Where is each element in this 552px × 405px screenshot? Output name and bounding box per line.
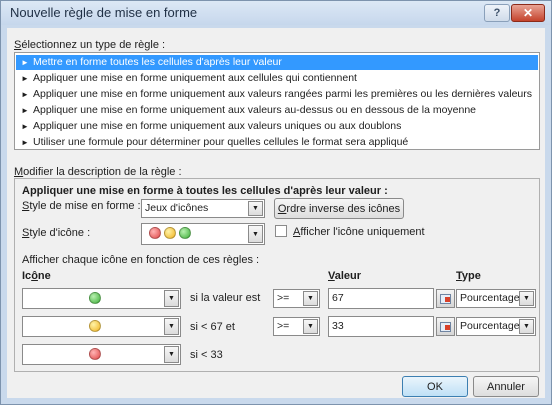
format-style-dropdown[interactable]: Jeux d'icônes ▼ xyxy=(141,199,265,218)
chevron-down-icon: ▼ xyxy=(519,319,534,334)
condition-label-row-3: si < 33 xyxy=(190,349,223,361)
show-icon-only-checkbox[interactable] xyxy=(275,225,287,237)
chevron-down-icon: ▼ xyxy=(519,291,534,306)
yellow-circle-icon xyxy=(89,320,101,333)
icon-dropdown-row-1[interactable]: ▼ xyxy=(22,288,181,309)
icon-style-label: Style d'icône : xyxy=(22,227,91,239)
value-input-row-1[interactable]: 67 xyxy=(328,288,434,309)
icon-dropdown-row-2[interactable]: ▼ xyxy=(22,316,181,337)
rule-type-item[interactable]: ► Appliquer une mise en forme uniquement … xyxy=(16,71,538,86)
arrow-right-icon: ► xyxy=(21,138,29,147)
condition-label-row-2: si < 67 et xyxy=(190,321,235,333)
type-column-header: Type xyxy=(456,270,481,282)
chevron-down-icon: ▼ xyxy=(303,291,318,306)
rule-type-item[interactable]: ► Mettre en forme toutes les cellules d'a… xyxy=(16,55,538,70)
rule-type-item[interactable]: ► Utiliser une formule pour déterminer po… xyxy=(16,135,538,150)
yellow-circle-icon xyxy=(164,227,177,240)
cell-reference-button-row-2[interactable] xyxy=(436,317,455,336)
value-input-row-2[interactable]: 33 xyxy=(328,316,434,337)
description-heading: Appliquer une mise en forme à toutes les… xyxy=(22,185,388,197)
chevron-down-icon: ▼ xyxy=(303,319,318,334)
cancel-button[interactable]: Annuler xyxy=(473,376,539,397)
operator-dropdown-row-1[interactable]: >= ▼ xyxy=(273,289,320,308)
rule-type-item[interactable]: ► Appliquer une mise en forme uniquement … xyxy=(16,103,538,118)
green-circle-icon xyxy=(179,227,192,240)
reverse-icon-order-button[interactable]: Ordre inverse des icônes xyxy=(274,198,404,219)
rule-type-list[interactable]: ► Mettre en forme toutes les cellules d'a… xyxy=(14,52,540,150)
help-icon: ? xyxy=(493,7,501,19)
description-label: Modifier la description de la règle : xyxy=(14,166,182,178)
help-button[interactable]: ? xyxy=(484,4,510,22)
close-button[interactable]: ✕ xyxy=(511,4,545,22)
rule-description-panel: Appliquer une mise en forme à toutes les… xyxy=(14,178,540,372)
type-dropdown-row-1[interactable]: Pourcentage ▼ xyxy=(456,289,536,308)
operator-dropdown-row-2[interactable]: >= ▼ xyxy=(273,317,320,336)
icon-style-dropdown[interactable]: ▼ xyxy=(141,223,265,245)
traffic-lights-icon-set xyxy=(149,227,192,240)
red-circle-icon xyxy=(89,348,101,361)
dialog-body: Sélectionnez un type de règle : ► Mettre … xyxy=(7,28,545,398)
condition-label-row-1: si la valeur est xyxy=(190,292,261,304)
rule-type-item[interactable]: ► Appliquer une mise en forme uniquement … xyxy=(16,87,538,102)
ok-button[interactable]: OK xyxy=(402,376,468,397)
cell-reference-button-row-1[interactable] xyxy=(436,289,455,308)
arrow-right-icon: ► xyxy=(21,74,29,83)
value-column-header: Valeur xyxy=(328,270,362,282)
format-style-label: Style de mise en forme : xyxy=(22,200,141,212)
type-dropdown-row-2[interactable]: Pourcentage ▼ xyxy=(456,317,536,336)
green-circle-icon xyxy=(89,292,101,305)
collapse-dialog-icon xyxy=(440,321,451,332)
arrow-right-icon: ► xyxy=(21,106,29,115)
arrow-right-icon: ► xyxy=(21,58,29,67)
chevron-down-icon: ▼ xyxy=(164,346,179,363)
collapse-dialog-icon xyxy=(440,293,451,304)
title-bar: Nouvelle règle de mise en forme ? ✕ xyxy=(1,1,551,25)
format-style-value: Jeux d'icônes xyxy=(145,202,209,214)
close-icon: ✕ xyxy=(522,6,534,20)
show-icon-only-label: Afficher l'icône uniquement xyxy=(293,226,425,238)
chevron-down-icon: ▼ xyxy=(164,318,179,335)
icon-dropdown-row-3[interactable]: ▼ xyxy=(22,344,181,365)
chevron-down-icon: ▼ xyxy=(164,290,179,307)
chevron-down-icon: ▼ xyxy=(248,225,263,243)
red-circle-icon xyxy=(149,227,161,240)
chevron-down-icon: ▼ xyxy=(248,201,263,216)
icon-column-header: Icône xyxy=(22,270,51,282)
rules-heading: Afficher chaque icône en fonction de ces… xyxy=(22,254,260,266)
rule-type-item[interactable]: ► Appliquer une mise en forme uniquement … xyxy=(16,119,538,134)
rule-type-label: Sélectionnez un type de règle : xyxy=(14,39,166,51)
dialog-title: Nouvelle règle de mise en forme xyxy=(10,5,198,20)
arrow-right-icon: ► xyxy=(21,122,29,131)
arrow-right-icon: ► xyxy=(21,90,29,99)
dialog-window: Nouvelle règle de mise en forme ? ✕ Séle… xyxy=(0,0,552,405)
